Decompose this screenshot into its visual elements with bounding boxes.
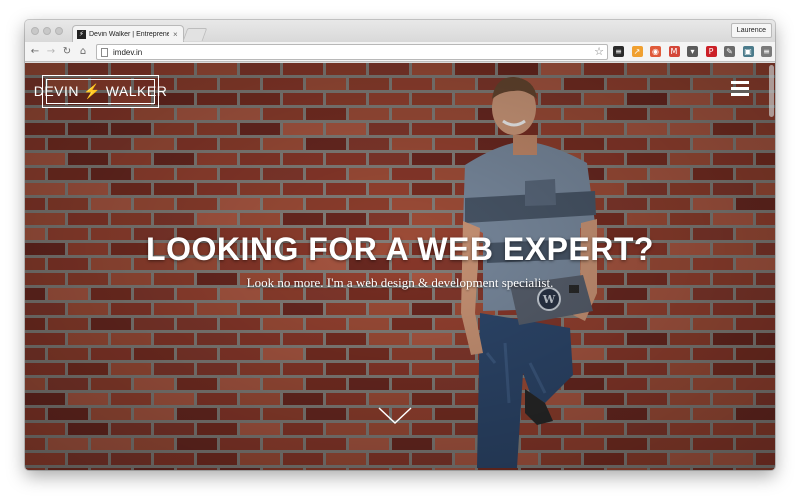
gmail-icon[interactable]: M bbox=[668, 46, 680, 57]
browser-toolbar: ← → ↻ ⌂ imdev.in ☆ ≡ ↗ ◉ M ▾ P ✎ ▣ ≡ bbox=[25, 42, 775, 62]
pocket-icon[interactable]: ▾ bbox=[687, 46, 698, 57]
home-button[interactable]: ⌂ bbox=[77, 45, 89, 59]
site-favicon-icon: ⚡ bbox=[77, 29, 86, 39]
page-icon bbox=[101, 48, 108, 57]
address-url[interactable]: imdev.in bbox=[113, 46, 142, 59]
scroll-down-chevron-icon[interactable] bbox=[378, 407, 412, 425]
menu-icon[interactable]: ≡ bbox=[761, 46, 772, 57]
reload-button[interactable]: ↻ bbox=[61, 45, 73, 59]
bookmark-star-icon[interactable]: ☆ bbox=[594, 45, 604, 59]
hero-headline: LOOKING FOR A WEB EXPERT? bbox=[146, 231, 654, 267]
window-icon[interactable]: ▣ bbox=[742, 46, 754, 57]
tab-title: Devin Walker | Entrepreneur bbox=[89, 30, 169, 38]
zoom-window-button[interactable] bbox=[55, 27, 63, 35]
tab-close-icon[interactable]: × bbox=[173, 30, 178, 39]
hero-subheadline: Look no more. I'm a web design & develop… bbox=[246, 275, 554, 290]
profile-button[interactable]: Laurence bbox=[730, 23, 772, 38]
page-viewport: W DEVIN ⚡ WALKER LOOKING FOR A WEB EXPER… bbox=[25, 63, 775, 470]
hamburger-menu-icon[interactable] bbox=[731, 81, 749, 96]
forward-button[interactable]: → bbox=[45, 45, 57, 59]
evernote-icon[interactable]: ✎ bbox=[724, 46, 735, 57]
browser-tab[interactable]: ⚡ Devin Walker | Entrepreneur × bbox=[72, 25, 184, 42]
close-window-button[interactable] bbox=[31, 27, 39, 35]
page-scrollbar[interactable] bbox=[769, 65, 774, 117]
address-bar[interactable]: imdev.in ☆ bbox=[96, 44, 608, 60]
minimize-window-button[interactable] bbox=[43, 27, 51, 35]
browser-window: ⚡ Devin Walker | Entrepreneur × Laurence… bbox=[25, 20, 775, 470]
tab-strip: ⚡ Devin Walker | Entrepreneur × Laurence bbox=[25, 20, 775, 42]
back-button[interactable]: ← bbox=[29, 45, 41, 59]
buffer-icon[interactable]: ≡ bbox=[613, 46, 624, 57]
pinterest-icon[interactable]: P bbox=[705, 46, 717, 57]
site-logo-text: DEVIN ⚡ WALKER bbox=[33, 83, 168, 99]
site-logo-frame: DEVIN ⚡ WALKER bbox=[34, 79, 167, 104]
site-logo[interactable]: DEVIN ⚡ WALKER bbox=[34, 75, 167, 108]
ghostery-icon[interactable]: ◉ bbox=[650, 46, 661, 57]
new-tab-button[interactable] bbox=[182, 28, 208, 41]
analytics-icon[interactable]: ↗ bbox=[631, 46, 643, 57]
